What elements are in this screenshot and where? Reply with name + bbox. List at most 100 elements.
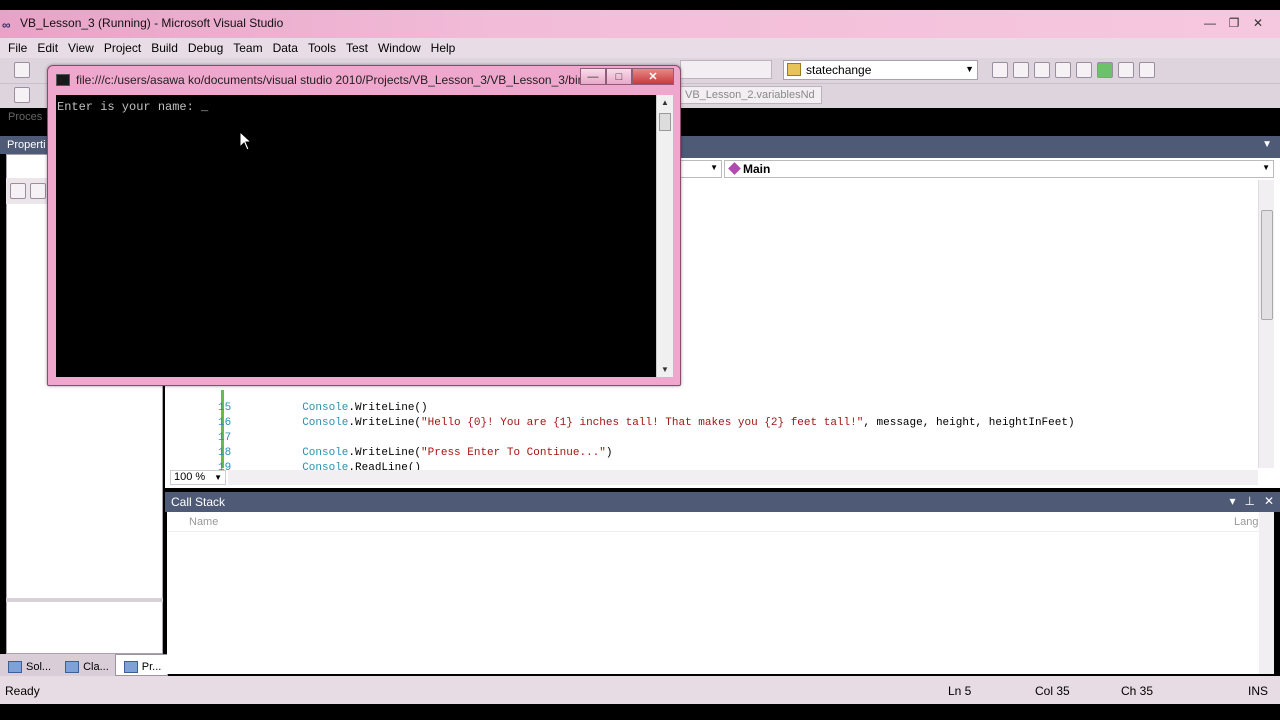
close-icon[interactable]: ✕ [1264,494,1274,508]
menu-debug[interactable]: Debug [187,38,228,58]
menu-help[interactable]: Help [430,38,461,58]
column-header-lang[interactable]: Lang [1234,516,1258,528]
code-line[interactable]: 15 Console.WriteLine() [176,390,428,414]
chevron-down-icon: ▼ [965,64,974,74]
status-char: Ch 35 [1121,684,1154,698]
menu-edit[interactable]: Edit [36,38,63,58]
status-bar: Ready Ln 5 Col 35 Ch 35 INS [0,676,1280,704]
pin-icon[interactable]: ⊥ [1244,494,1254,508]
properties-icon [123,660,138,673]
ide-title-bar[interactable]: ∞ VB_Lesson_3 (Running) - Microsoft Visu… [0,10,1280,38]
background-tab-combo[interactable]: VB_Lesson_2.variablesNd [680,86,822,104]
alphabetical-icon[interactable] [30,183,46,199]
solution-explorer-icon [8,660,22,673]
status-text: Ready [5,684,40,698]
find-combo[interactable]: statechange ▼ [783,60,978,80]
console-scrollbar[interactable]: ▲ ▼ [656,95,673,377]
extension-manager-icon[interactable] [1118,62,1134,78]
menu-team[interactable]: Team [232,38,267,58]
status-column: Col 35 [1035,684,1070,698]
tab-class-view-label: Cla... [83,660,109,673]
find-icon[interactable] [992,62,1008,78]
tab-class-view[interactable]: Cla... [57,654,115,676]
debug-tool-icon[interactable] [14,87,30,103]
method-icon [728,162,741,175]
chevron-down-icon: ▼ [1262,163,1270,172]
start-page-icon[interactable] [1097,62,1113,78]
status-insert-mode: INS [1248,684,1269,698]
code-text: , message, height, heightInFeet) [863,417,1075,429]
column-header-name[interactable]: Name [189,516,218,528]
maximize-icon[interactable]: □ [606,68,632,85]
restore-icon[interactable]: ❐ [1222,14,1246,32]
code-line[interactable]: 19 Console.ReadLine() [176,450,421,474]
properties-icon[interactable] [1034,62,1050,78]
zoom-dropdown[interactable]: 100 % ▼ [170,470,226,485]
class-dropdown[interactable]: ▼ [680,160,722,178]
scroll-down-icon[interactable]: ▼ [661,365,669,374]
menu-file[interactable]: File [7,38,32,58]
call-stack-header[interactable]: Call Stack ▾ ⊥ ✕ [165,492,1280,512]
tab-solution-explorer-label: Sol... [26,660,52,673]
scrollbar-thumb[interactable] [659,113,671,131]
chevron-down-icon[interactable]: ▾ [1229,494,1235,508]
window-title: VB_Lesson_3 (Running) - Microsoft Visual… [20,16,284,30]
solution-explorer-icon[interactable] [1013,62,1029,78]
call-stack-list[interactable] [167,512,1274,674]
categorized-icon[interactable] [10,183,26,199]
call-stack-column-headers: Name Lang [167,512,1259,532]
minimize-icon[interactable]: — [580,68,606,85]
code-text: ) [605,447,613,459]
call-stack-title: Call Stack [171,495,226,509]
chevron-down-icon: ▼ [214,473,222,482]
code-line[interactable]: 17 [176,420,302,444]
method-dropdown-value: Main [743,162,771,176]
chevron-down-icon: ▼ [710,163,718,172]
menu-build[interactable]: Build [150,38,183,58]
code-identifier: Console [302,417,349,429]
menu-bar: File Edit View Project Build Debug Team … [0,38,1280,58]
vs-infinity-icon: ∞ [2,18,11,32]
tab-solution-explorer[interactable]: Sol... [0,654,57,676]
tab-properties-label: Pr... [141,660,162,673]
editor-vertical-scrollbar[interactable] [1258,180,1274,468]
menu-data[interactable]: Data [272,38,303,58]
left-panel-tabs: Sol... Cla... Pr... [0,654,169,676]
call-stack-scrollbar[interactable] [1259,512,1274,674]
scroll-up-icon[interactable]: ▲ [661,98,669,107]
tab-properties[interactable]: Pr... [114,654,169,676]
console-output[interactable]: Enter is your name: _ [56,95,656,377]
method-dropdown[interactable]: Main ▼ [724,160,1274,178]
scrollbar-thumb[interactable] [1261,210,1273,320]
toolbox-icon[interactable] [1076,62,1092,78]
menu-project[interactable]: Project [103,38,146,58]
mouse-cursor-icon [240,132,252,151]
zoom-value: 100 % [174,471,206,483]
class-view-icon [65,660,80,673]
console-icon [56,74,70,86]
menu-window[interactable]: Window [377,38,426,58]
command-window-icon[interactable] [1139,62,1155,78]
menu-view[interactable]: View [67,38,99,58]
menu-tools[interactable]: Tools [307,38,341,58]
process-label: Proces [8,111,43,123]
console-title: file:///c:/users/asawa ko/documents/visu… [76,73,613,87]
find-folder-icon [787,63,801,76]
minimize-icon[interactable]: — [1198,14,1222,32]
editor-horizontal-scrollbar[interactable] [228,470,1258,485]
console-window[interactable]: file:///c:/users/asawa ko/documents/visu… [47,65,681,386]
chevron-down-icon[interactable]: ▼ [1262,139,1272,150]
code-line[interactable]: 16 Console.WriteLine("Hello {0}! You are … [176,405,1075,429]
close-icon[interactable]: ✕ [1246,14,1270,32]
code-text: .WriteLine( [348,417,422,429]
find-combo-value: statechange [806,63,872,77]
new-project-icon[interactable] [14,62,30,78]
object-browser-icon[interactable] [1055,62,1071,78]
code-line[interactable]: 18 Console.WriteLine("Press Enter To Cont… [176,435,613,459]
menu-test[interactable]: Test [345,38,373,58]
code-string: "Hello {0}! You are {1} inches tall! Tha… [421,417,864,429]
close-icon[interactable]: ✕ [632,68,674,85]
panel-splitter[interactable] [6,598,163,602]
solution-config-combo[interactable] [680,60,772,79]
status-line: Ln 5 [948,684,972,698]
